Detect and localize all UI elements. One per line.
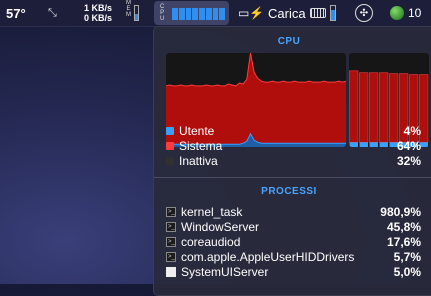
battery-status-text[interactable]: Carica	[268, 0, 306, 26]
fan-icon[interactable]: ✣	[355, 0, 373, 26]
process-row[interactable]: >_ WindowServer 45,8%	[166, 219, 421, 234]
clock-text[interactable]: 10	[408, 0, 421, 26]
legend-inactive: Inattiva 32%	[166, 154, 421, 168]
app-icon	[166, 266, 176, 277]
keyboard-icon[interactable]	[310, 0, 326, 26]
menu-bar: 57° ⤡ 1 KB/s 0 KB/s MEM CPU ▭⚡ Carica ✣ …	[0, 0, 431, 27]
status-ball-icon[interactable]	[390, 0, 404, 26]
terminal-icon: >_	[166, 206, 176, 217]
process-name: com.apple.AppleUserHIDDrivers	[181, 249, 355, 264]
cpu-core-bar	[212, 8, 219, 20]
process-name: kernel_task	[181, 204, 243, 219]
processes-section-title: PROCESSI	[261, 186, 317, 197]
legend-user: Utente 4%	[166, 124, 421, 138]
process-row[interactable]: SystemUIServer 5,0%	[166, 264, 421, 279]
legend-value: 32%	[396, 154, 421, 168]
process-cpu-value: 17,6%	[386, 234, 421, 249]
legend-value: 64%	[396, 139, 421, 153]
memory-label-text: MEM	[126, 0, 131, 18]
network-download-rate: 0 KB/s	[83, 13, 112, 23]
process-row[interactable]: >_ coreaudiod 17,6%	[166, 234, 421, 249]
terminal-icon: >_	[166, 251, 176, 262]
temperature-readout[interactable]: 57°	[6, 0, 26, 26]
process-cpu-value: 5,0%	[393, 264, 421, 279]
cpu-core-bar	[185, 8, 192, 20]
system-swatch-icon	[166, 142, 174, 150]
network-monitor[interactable]: 1 KB/s 0 KB/s	[78, 0, 112, 26]
process-cpu-value: 5,7%	[393, 249, 421, 264]
legend-label: Utente	[179, 124, 215, 138]
cpu-label-text: CPU	[160, 4, 165, 22]
process-row[interactable]: >_ kernel_task 980,9%	[166, 204, 421, 219]
battery-charging-icon[interactable]: ▭⚡	[238, 0, 264, 26]
memory-meter[interactable]	[134, 0, 139, 26]
terminal-icon: >_	[166, 236, 176, 247]
terminal-icon: >_	[166, 221, 176, 232]
cpu-core-bar	[199, 8, 205, 20]
expand-arrows-icon[interactable]: ⤡	[48, 0, 57, 26]
network-upload-rate: 1 KB/s	[83, 3, 112, 13]
legend-label: Inattiva	[179, 154, 218, 168]
cpu-core-bars	[172, 6, 225, 20]
cpu-section-title: CPU	[277, 36, 301, 47]
legend-value: 4%	[403, 124, 421, 138]
inactive-swatch-icon	[166, 157, 174, 165]
cpu-core-bar	[205, 8, 212, 20]
process-cpu-value: 980,9%	[380, 204, 421, 219]
cpu-core-bar	[192, 8, 198, 20]
cpu-core-bar	[178, 8, 185, 20]
process-name: WindowServer	[181, 219, 260, 234]
process-cpu-value: 45,8%	[386, 219, 421, 234]
memory-label: MEM	[126, 0, 131, 26]
process-name: coreaudiod	[181, 234, 241, 249]
section-divider	[154, 177, 431, 178]
process-name: SystemUIServer	[181, 264, 269, 279]
user-swatch-icon	[166, 127, 174, 135]
process-row[interactable]: >_ com.apple.AppleUserHIDDrivers 5,7%	[166, 249, 421, 264]
cpu-monitor-button[interactable]: CPU	[154, 1, 229, 25]
cpu-label: CPU	[160, 4, 164, 22]
legend-label: Sistema	[179, 139, 223, 153]
level-indicator-icon[interactable]	[330, 0, 336, 26]
legend-system: Sistema 64%	[166, 139, 421, 153]
memory-gauge-icon	[134, 5, 139, 21]
cpu-core-bar	[172, 8, 178, 20]
cpu-dropdown-panel: CPU Utente 4% Sistema 64% Inattiva 32% P…	[153, 26, 431, 296]
cpu-core-bar	[219, 8, 225, 20]
